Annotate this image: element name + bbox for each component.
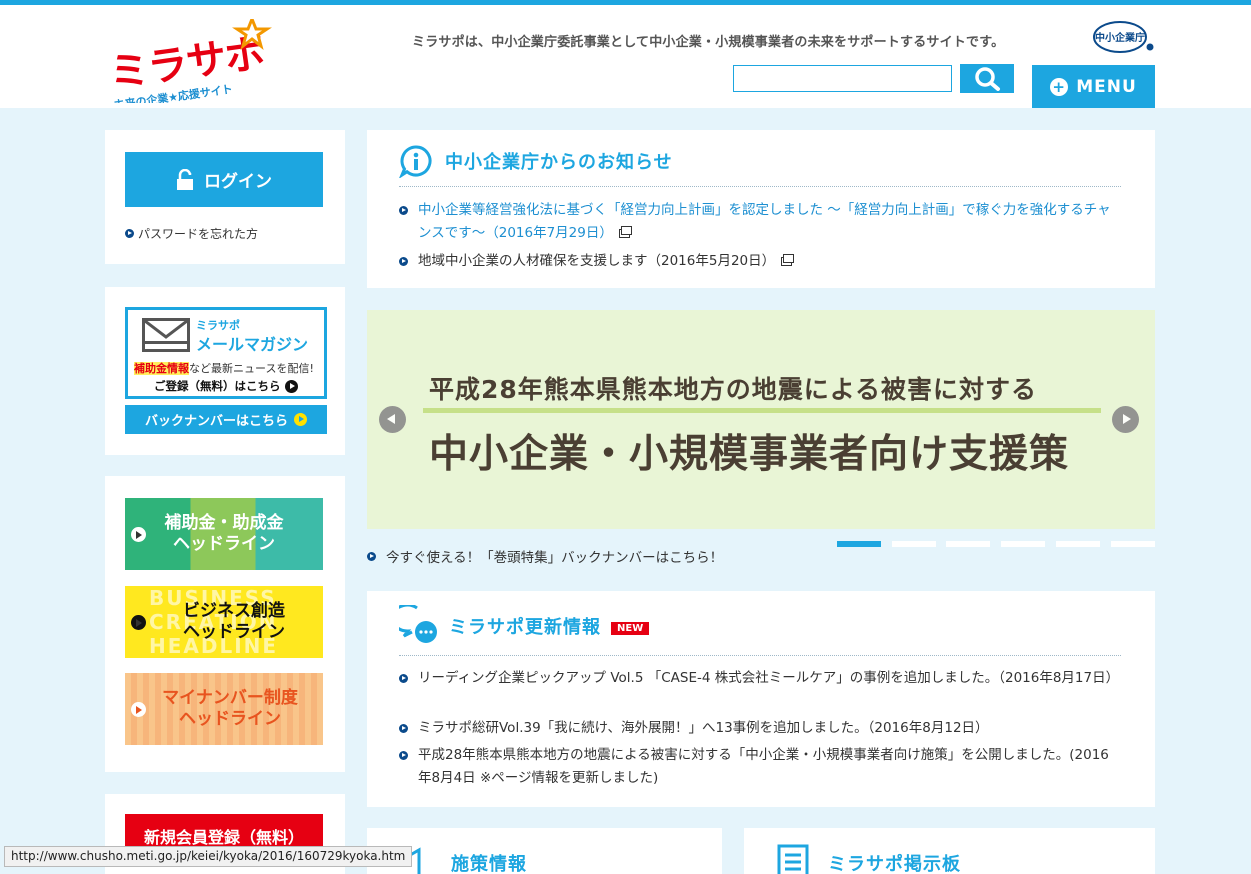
notice-item[interactable]: 中小企業等経営強化法に基づく「経営力向上計画」を認定しました ～「経営力向上計画… bbox=[399, 199, 1119, 245]
site-updates-title: ミラサポ更新情報 bbox=[449, 617, 601, 638]
policy-info-panel[interactable]: 施策情報 bbox=[367, 828, 722, 874]
document-icon bbox=[777, 844, 809, 874]
notice-item[interactable]: 地域中小企業の人材確保を支援します（2016年5月20日） bbox=[399, 250, 1119, 273]
feature-backnumber-link[interactable]: 今すぐ使える！「巻頭特集」バックナンバーはこちら！ bbox=[367, 546, 723, 566]
carousel-dot[interactable] bbox=[946, 541, 990, 547]
bullet-arrow-icon bbox=[125, 229, 134, 238]
site-updates-panel: ミラサポ更新情報 NEW リーディング企業ピックアップ Vol.5 「CASE-4… bbox=[367, 591, 1155, 807]
divider bbox=[399, 186, 1121, 187]
subsidy-headline-label: 補助金・助成金 ヘッドライン bbox=[164, 513, 284, 554]
carousel-dot[interactable] bbox=[1056, 541, 1100, 547]
browser-status-url: http://www.chusho.meti.go.jp/keiei/kyoka… bbox=[4, 846, 413, 867]
site-tagline: ミラサポは、中小企業庁委託事業として中小企業・小規模事業者の未来をサポートするサ… bbox=[412, 35, 1005, 50]
bullet-arrow-icon bbox=[367, 551, 376, 561]
chat-bubble-icon bbox=[399, 605, 437, 643]
login-button[interactable]: ログイン bbox=[125, 152, 323, 207]
mail-magazine-register-label: ご登録（無料）はこちら bbox=[154, 379, 281, 393]
search-input[interactable] bbox=[733, 65, 952, 92]
message-board-title: ミラサポ掲示板 bbox=[828, 854, 961, 874]
bullet-arrow-icon bbox=[399, 674, 408, 683]
sme-agency-logo[interactable]: 中小企業庁 bbox=[1092, 20, 1156, 54]
menu-label: MENU bbox=[1076, 76, 1137, 97]
banner-line-2: 中小企業・小規模事業者向け支援策 bbox=[429, 432, 1070, 477]
update-item-link[interactable]: 平成28年熊本県熊本地方の地震による被害に対する「中小企業・小規模事業者向け施策… bbox=[418, 744, 1119, 790]
info-icon bbox=[399, 145, 432, 178]
carousel-dot[interactable] bbox=[1001, 541, 1045, 547]
bullet-arrow-icon bbox=[399, 257, 408, 266]
message-board-panel[interactable]: ミラサポ掲示板 bbox=[744, 828, 1155, 874]
carousel-prev-button[interactable] bbox=[379, 406, 406, 433]
login-panel: ログイン パスワードを忘れた方 bbox=[105, 130, 345, 264]
svg-text:ミラサポ: ミラサポ bbox=[106, 30, 267, 97]
bullet-arrow-icon bbox=[399, 206, 408, 215]
site-updates-title-wrap: ミラサポ更新情報 NEW bbox=[449, 613, 650, 639]
agency-notice-panel: 中小企業庁からのお知らせ 中小企業等経営強化法に基づく「経営力向上計画」を認定し… bbox=[367, 130, 1155, 288]
login-label: ログイン bbox=[204, 172, 272, 192]
update-item[interactable]: リーディング企業ピックアップ Vol.5 「CASE-4 株式会社ミールケア」の… bbox=[399, 667, 1119, 690]
subsidy-highlight: 補助金情報 bbox=[134, 362, 189, 375]
arrow-circle-icon bbox=[294, 413, 307, 426]
search-icon bbox=[975, 66, 1000, 91]
feature-carousel[interactable]: 平成28年熊本県熊本地方の地震による被害に対する 中小企業・小規模事業者向け支援… bbox=[367, 310, 1155, 529]
new-badge: NEW bbox=[611, 621, 650, 635]
banner-rule bbox=[423, 408, 1101, 413]
mail-magazine-title: メールマガジン bbox=[196, 335, 309, 354]
notice-item-link[interactable]: 地域中小企業の人材確保を支援します（2016年5月20日） bbox=[418, 253, 775, 269]
policy-info-title: 施策情報 bbox=[451, 854, 527, 874]
backnumber-button[interactable]: バックナンバーはこちら bbox=[125, 405, 327, 434]
site-header: ミラサポ 未来の企業★応援サイト ミラサポは、中小企業庁委託事業として中小企業・… bbox=[0, 5, 1251, 112]
mail-magazine-panel: ミラサポ メールマガジン 補助金情報など最新ニュースを配信! ご登録（無料）はこ… bbox=[105, 287, 345, 455]
mail-magazine-rest: など最新ニュースを配信! bbox=[189, 362, 314, 375]
envelope-icon bbox=[142, 318, 190, 352]
mynumber-headline-label: マイナンバー制度 ヘッドライン bbox=[162, 688, 298, 729]
mynumber-headline-banner[interactable]: マイナンバー制度 ヘッドライン bbox=[125, 673, 323, 745]
banner-line-1: 平成28年熊本県熊本地方の地震による被害に対する bbox=[429, 375, 1038, 404]
arrow-circle-icon bbox=[284, 379, 298, 393]
divider bbox=[399, 655, 1121, 656]
update-item-link[interactable]: リーディング企業ピックアップ Vol.5 「CASE-4 株式会社ミールケア」の… bbox=[418, 667, 1119, 690]
carousel-dot[interactable] bbox=[837, 541, 881, 547]
svg-text:中小企業庁: 中小企業庁 bbox=[1095, 31, 1145, 44]
backnumber-label: バックナンバーはこちら bbox=[144, 414, 288, 429]
subsidy-headline-banner[interactable]: 補助金・助成金 ヘッドライン bbox=[125, 498, 323, 570]
lock-icon bbox=[177, 168, 193, 190]
carousel-dot[interactable] bbox=[892, 541, 936, 547]
agency-notice-title: 中小企業庁からのお知らせ bbox=[445, 152, 673, 173]
carousel-next-button[interactable] bbox=[1112, 406, 1139, 433]
feature-backnumber-label: 今すぐ使える！「巻頭特集」バックナンバーはこちら！ bbox=[386, 550, 724, 566]
site-logo[interactable]: ミラサポ 未来の企業★応援サイト bbox=[104, 14, 274, 112]
mail-magazine-description: 補助金情報など最新ニュースを配信! bbox=[134, 360, 314, 376]
plus-icon: + bbox=[1050, 77, 1069, 96]
bullet-arrow-icon bbox=[399, 751, 408, 760]
mail-magazine-register: ご登録（無料）はこちら bbox=[154, 378, 298, 394]
mail-magazine-register-banner[interactable]: ミラサポ メールマガジン 補助金情報など最新ニュースを配信! ご登録（無料）はこ… bbox=[125, 307, 327, 399]
forgot-password-label: パスワードを忘れた方 bbox=[138, 227, 259, 241]
notice-item-link[interactable]: 中小企業等経営強化法に基づく「経営力向上計画」を認定しました ～「経営力向上計画… bbox=[418, 202, 1111, 241]
business-creation-headline-banner[interactable]: BUSINESS CREATION HEADLINE ビジネス創造 ヘッドライン bbox=[125, 586, 323, 658]
carousel-dot[interactable] bbox=[1111, 541, 1155, 547]
headlines-panel: 補助金・助成金 ヘッドライン BUSINESS CREATION HEADLIN… bbox=[105, 476, 345, 772]
external-window-icon bbox=[618, 225, 632, 238]
menu-button[interactable]: + MENU bbox=[1032, 65, 1155, 108]
bullet-arrow-icon bbox=[399, 724, 408, 733]
business-creation-headline-label: ビジネス創造 ヘッドライン bbox=[183, 601, 285, 642]
search-button[interactable] bbox=[960, 64, 1014, 93]
update-item-link[interactable]: ミラサポ総研Vol.39「我に続け、海外展開！」へ13事例を追加しました。（20… bbox=[418, 717, 989, 740]
update-item[interactable]: ミラサポ総研Vol.39「我に続け、海外展開！」へ13事例を追加しました。（20… bbox=[399, 717, 1119, 740]
forgot-password-link[interactable]: パスワードを忘れた方 bbox=[125, 225, 258, 242]
external-window-icon bbox=[781, 253, 795, 266]
update-item[interactable]: 平成28年熊本県熊本地方の地震による被害に対する「中小企業・小規模事業者向け施策… bbox=[399, 744, 1119, 790]
